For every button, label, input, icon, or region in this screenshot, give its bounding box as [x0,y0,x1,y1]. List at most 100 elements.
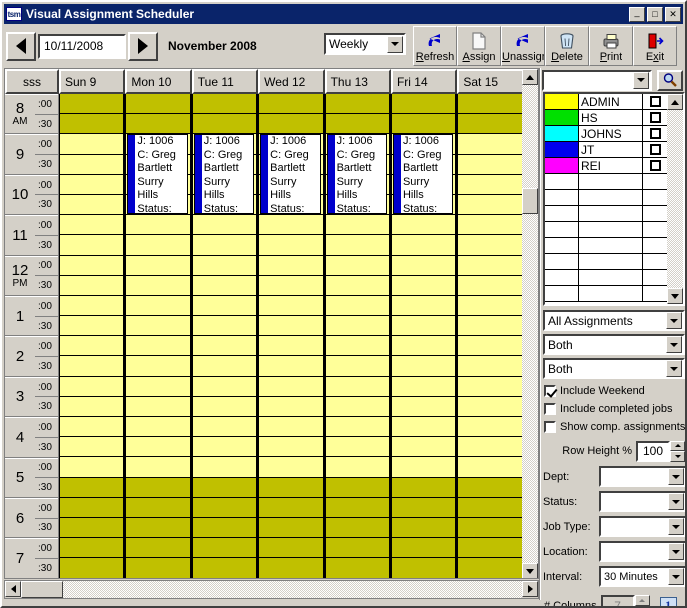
time-slot[interactable] [60,457,123,477]
day-column-2[interactable]: J: 1006 C: Greg Bartlett Surry Hills Sta… [192,94,258,579]
time-slot[interactable] [326,457,389,477]
time-slot[interactable] [259,316,322,336]
day-header-0[interactable]: Sun 9 [59,69,125,94]
resource-row-jt[interactable]: JT [545,142,667,158]
chevron-down-icon[interactable] [666,336,682,353]
time-slot[interactable] [193,417,256,437]
time-slot[interactable] [326,356,389,376]
resource-row-rei[interactable]: REI [545,158,667,174]
resource-row-hs[interactable]: HS [545,110,667,126]
resource-row-empty[interactable] [545,190,667,206]
legend-scroll-up-button[interactable] [667,94,683,110]
scroll-left-button[interactable] [5,581,21,597]
time-slot[interactable] [392,518,455,538]
time-slot[interactable] [458,377,521,397]
close-button[interactable]: ✕ [665,7,681,22]
time-slot[interactable] [392,397,455,417]
time-slot[interactable] [126,457,189,477]
day-column-4[interactable]: J: 1006 C: Greg Bartlett Surry Hills Sta… [325,94,391,579]
time-slot[interactable] [392,296,455,316]
time-slot[interactable] [259,256,322,276]
time-slot[interactable] [259,296,322,316]
time-slot[interactable] [60,256,123,276]
time-slot[interactable] [392,336,455,356]
time-slot[interactable] [458,417,521,437]
day-column-1[interactable]: J: 1006 C: Greg Bartlett Surry Hills Sta… [125,94,191,579]
time-slot[interactable] [60,498,123,518]
day-header-3[interactable]: Wed 12 [258,69,324,94]
time-slot[interactable] [60,538,123,558]
time-slot[interactable] [458,356,521,376]
time-slot[interactable] [60,518,123,538]
time-slot[interactable] [326,397,389,417]
time-slot[interactable] [193,498,256,518]
time-slot[interactable] [326,215,389,235]
location-select[interactable] [599,541,687,562]
time-slot[interactable] [392,215,455,235]
calendar-horizontal-scrollbar[interactable] [4,580,539,599]
hscroll-thumb[interactable] [21,581,63,598]
time-slot[interactable] [326,498,389,518]
time-slot[interactable] [392,478,455,498]
time-slot[interactable] [458,336,521,356]
day-column-3[interactable]: J: 1006 C: Greg Bartlett Surry Hills Sta… [258,94,324,579]
day-header-6[interactable]: Sat 15 [457,69,523,94]
day-header-1[interactable]: Mon 10 [125,69,191,94]
hscroll-track[interactable] [63,581,522,598]
time-slot[interactable] [458,134,521,154]
row-height-value[interactable]: 100 [636,441,670,462]
time-slot[interactable] [60,296,123,316]
chevron-down-icon[interactable] [666,360,682,377]
time-slot[interactable] [126,114,189,134]
chevron-down-icon[interactable] [668,543,684,560]
time-slot[interactable] [259,336,322,356]
scroll-track-lower[interactable] [522,214,538,563]
time-slot[interactable] [60,437,123,457]
time-slot[interactable] [326,558,389,578]
time-slot[interactable] [126,558,189,578]
checkbox-row-include-completed-jobs[interactable]: Include completed jobs [544,401,686,417]
time-slot[interactable] [326,276,389,296]
calendar-vertical-scrollbar[interactable] [522,69,538,579]
time-slot[interactable] [326,377,389,397]
assignments-filter[interactable]: All Assignments [543,310,685,331]
time-slot[interactable] [60,114,123,134]
time-slot[interactable] [193,377,256,397]
time-slot[interactable] [392,114,455,134]
view-mode-select[interactable]: Weekly [324,33,406,55]
time-slot[interactable] [458,195,521,215]
resource-row-admin[interactable]: ADMIN [545,94,667,110]
time-slot[interactable] [326,94,389,114]
time-slot[interactable] [126,276,189,296]
time-slot[interactable] [326,417,389,437]
time-slot[interactable] [60,478,123,498]
time-slot[interactable] [60,175,123,195]
day-header-4[interactable]: Thu 13 [325,69,391,94]
legend-scroll-down-button[interactable] [667,288,683,304]
time-slot[interactable] [60,94,123,114]
time-slot[interactable] [392,538,455,558]
time-slot[interactable] [458,437,521,457]
time-slot[interactable] [126,316,189,336]
time-slot[interactable] [392,256,455,276]
time-slot[interactable] [193,478,256,498]
unassign-button[interactable]: Unassign [501,26,545,66]
time-slot[interactable] [458,478,521,498]
time-slot[interactable] [193,256,256,276]
scroll-up-button[interactable] [522,69,538,85]
time-slot[interactable] [126,538,189,558]
time-slot[interactable] [392,276,455,296]
scroll-down-button[interactable] [522,563,538,579]
time-slot[interactable] [392,94,455,114]
time-slot[interactable] [126,437,189,457]
time-slot[interactable] [126,215,189,235]
time-slot[interactable] [458,235,521,255]
scroll-thumb[interactable] [522,188,538,214]
print-button[interactable]: Print [589,26,633,66]
date-input[interactable] [38,34,126,59]
appointment-block[interactable]: J: 1006 C: Greg Bartlett Surry Hills Sta… [260,134,320,214]
time-slot[interactable] [193,336,256,356]
checkbox-show-comp-assignments[interactable] [544,421,556,433]
checkbox-row-show-comp-assignments[interactable]: Show comp. assignments [544,419,686,435]
time-slot[interactable] [193,457,256,477]
